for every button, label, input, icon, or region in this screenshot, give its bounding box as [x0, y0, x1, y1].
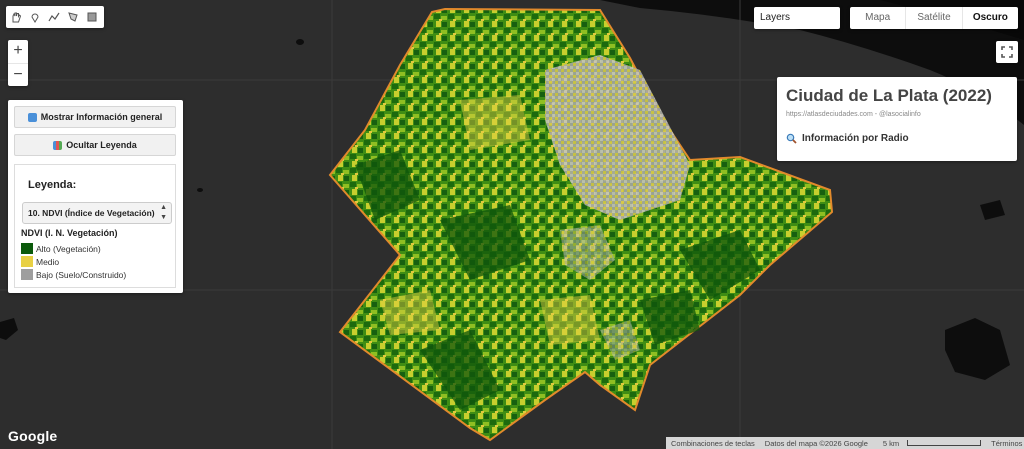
map-data-text: Datos del mapa ©2026 Google	[764, 438, 868, 448]
city-title: Ciudad de La Plata (2022)	[786, 86, 992, 105]
layers-control[interactable]: Layers	[754, 7, 840, 29]
magnifier-icon	[786, 133, 797, 144]
legend-swatch	[21, 243, 33, 254]
map-attribution: Combinaciones de teclas Datos del mapa ©…	[666, 437, 1024, 449]
polyline-icon[interactable]	[44, 6, 63, 28]
legend-item-label: Bajo (Suelo/Construido)	[36, 269, 127, 280]
scale-label: 5 km	[882, 438, 900, 448]
control-panel: Mostrar Información general Ocultar Leye…	[8, 100, 183, 293]
medium-ndvi-patch	[460, 95, 530, 150]
radio-info-label: Información por Radio	[802, 133, 909, 144]
medium-ndvi-patch	[540, 295, 600, 345]
info-icon	[27, 112, 37, 122]
drawing-toolbar	[6, 6, 104, 28]
select-arrows-icon: ▲ ▼	[160, 204, 167, 221]
legend-item-medio: Medio	[21, 256, 59, 267]
map-type-satelite[interactable]: Satélite	[906, 7, 963, 29]
map-type-mapa[interactable]: Mapa	[850, 7, 907, 29]
bar-chart-icon	[53, 140, 63, 150]
city-info-box: Ciudad de La Plata (2022) https://atlasd…	[777, 77, 1017, 161]
map-type-oscuro[interactable]: Oscuro	[963, 7, 1018, 29]
lagoon-east	[945, 318, 1010, 380]
polygon-icon[interactable]	[63, 6, 82, 28]
legend-title: Leyenda:	[28, 179, 77, 191]
show-info-button[interactable]: Mostrar Información general	[14, 106, 176, 128]
hide-legend-button[interactable]: Ocultar Leyenda	[14, 134, 176, 156]
water-spot	[296, 39, 304, 45]
zoom-control: + −	[8, 40, 28, 86]
terms-link[interactable]: Términos	[986, 439, 1024, 448]
keyboard-shortcuts-link[interactable]: Combinaciones de teclas	[666, 439, 760, 448]
radio-info-link[interactable]: Información por Radio	[786, 133, 909, 144]
legend-item-bajo: Bajo (Suelo/Construido)	[21, 269, 126, 280]
scale-bar[interactable]: 5 km	[873, 439, 986, 448]
google-logo[interactable]: Google	[8, 428, 57, 444]
legend-item-alto: Alto (Vegetación)	[21, 243, 101, 254]
legend-item-label: Medio	[36, 256, 60, 267]
legend-swatch	[21, 269, 33, 280]
legend-layer-selected: 10. NDVI (Índice de Vegetación)	[28, 208, 155, 218]
water-spot	[980, 200, 1005, 220]
rectangle-icon[interactable]	[82, 6, 101, 28]
lagoon-west	[0, 318, 18, 340]
zoom-in-button[interactable]: +	[8, 40, 28, 64]
fullscreen-icon	[1001, 46, 1013, 58]
map-type-control: Mapa Satélite Oscuro	[850, 7, 1018, 29]
legend-layer-select[interactable]: 10. NDVI (Índice de Vegetación) ▲ ▼	[22, 202, 172, 224]
hand-icon[interactable]	[6, 6, 25, 28]
fullscreen-button[interactable]	[996, 41, 1018, 63]
legend-swatch	[21, 256, 33, 267]
legend-section-title: NDVI (I. N. Vegetación)	[21, 228, 118, 238]
scale-line	[907, 440, 982, 446]
water-spot	[197, 188, 203, 192]
zoom-out-button[interactable]: −	[8, 64, 28, 87]
show-info-label: Mostrar Información general	[40, 112, 163, 122]
layers-label: Layers	[760, 12, 791, 23]
legend-box: Leyenda: 10. NDVI (Índice de Vegetación)…	[14, 164, 176, 288]
marker-icon[interactable]	[25, 6, 44, 28]
hide-legend-label: Ocultar Leyenda	[66, 140, 137, 150]
city-source: https://atlasdeciudades.com - @lasociali…	[786, 111, 921, 118]
legend-item-label: Alto (Vegetación)	[36, 243, 101, 254]
